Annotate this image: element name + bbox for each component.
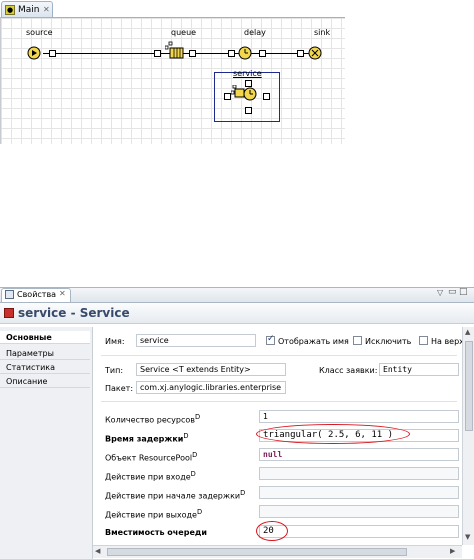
name-field[interactable]: service (136, 334, 256, 347)
horizontal-scrollbar[interactable]: ◀ ▶ (93, 545, 462, 558)
nav-item-parameters[interactable]: Параметры (0, 347, 90, 360)
horizontal-scroll-thumb[interactable] (107, 548, 407, 556)
separator (101, 401, 457, 402)
delay-out-port[interactable] (259, 50, 266, 57)
queue-block-icon[interactable] (165, 40, 187, 60)
sink-block-icon[interactable] (308, 46, 322, 60)
delay-in-port[interactable] (228, 50, 235, 57)
on-exit-field[interactable] (259, 505, 459, 518)
scroll-up-icon[interactable]: ▲ (465, 328, 470, 336)
service-out-port[interactable] (263, 93, 270, 100)
delay-time-label: Время задержкиD (105, 432, 189, 444)
resource-pool-field[interactable]: null (259, 448, 459, 461)
source-label: source (26, 28, 53, 37)
service-bottom-port[interactable] (245, 107, 252, 114)
on-top-label: На верх (431, 337, 464, 346)
nav-item-description[interactable]: Описание (0, 375, 90, 388)
type-label: Тип: (105, 366, 124, 375)
source-out-port[interactable] (49, 50, 56, 57)
class-label: Класс заявки: (319, 366, 378, 375)
queue-label: queue (171, 28, 197, 37)
exclude-label: Исключить (365, 337, 412, 346)
nav-item-statistics[interactable]: Статистика (0, 361, 90, 374)
resource-pool-label: Объект ResourcePoolD (105, 451, 198, 463)
delay-block-icon[interactable] (238, 46, 252, 60)
on-exit-label: Действие при выходеD (105, 508, 203, 520)
class-field[interactable]: Entity (379, 363, 459, 376)
properties-tab-bar (0, 287, 474, 303)
scroll-down-icon[interactable]: ▼ (465, 533, 470, 541)
service-in-port[interactable] (224, 93, 231, 100)
name-label: Имя: (105, 337, 125, 346)
nav-item-main[interactable]: Основные (0, 331, 90, 344)
vertical-scrollbar[interactable]: ▲ ▼ (462, 327, 474, 545)
properties-content: Имя: service Отображать имя Исключить На… (93, 327, 464, 559)
queue-in-port[interactable] (154, 50, 161, 57)
properties-title: service - Service (18, 306, 130, 320)
main-editor-tab[interactable]: ● Main ✕ (1, 1, 53, 18)
service-type-icon (4, 308, 14, 318)
on-delay-start-label: Действие при начале задержкиD (105, 489, 246, 501)
properties-header: service - Service (0, 303, 474, 324)
on-enter-field[interactable] (259, 467, 459, 480)
close-tab-icon[interactable]: ✕ (43, 2, 50, 18)
delay-label: delay (244, 28, 266, 37)
sink-in-port[interactable] (297, 50, 304, 57)
type-field: Service <T extends Entity> (136, 363, 286, 376)
properties-side-nav: Основные Параметры Статистика Описание (0, 327, 93, 559)
sink-label: sink (314, 28, 331, 37)
show-name-checkbox[interactable] (266, 334, 275, 345)
queue-capacity-field[interactable]: 20 (259, 525, 459, 538)
highlight-ellipse (256, 424, 410, 444)
view-menu-icon[interactable]: ▽ (437, 288, 443, 297)
properties-tab[interactable]: Свойства ✕ (1, 288, 71, 302)
minimize-icon[interactable]: ▭ (448, 287, 457, 297)
close-tab-icon[interactable]: ✕ (59, 289, 66, 298)
show-name-label: Отображать имя (278, 337, 349, 346)
model-canvas[interactable]: source queue delay sink service (0, 17, 345, 144)
queue-capacity-label: Вместимость очереди (105, 528, 207, 537)
package-field: com.xj.anylogic.libraries.enterprise (136, 381, 286, 394)
vertical-scroll-thumb[interactable] (465, 341, 473, 431)
properties-tab-label: Свойства (17, 290, 57, 299)
on-top-checkbox[interactable] (419, 336, 428, 345)
resource-count-label: Количество ресурсовD (105, 413, 201, 425)
on-enter-label: Действие при входеD (105, 470, 196, 482)
highlight-ellipse (256, 521, 288, 541)
scroll-right-icon[interactable]: ▶ (450, 547, 455, 555)
editor-tab-label: Main (18, 5, 40, 15)
on-delay-start-field[interactable] (259, 486, 459, 499)
service-block-icon[interactable] (231, 85, 259, 103)
package-label: Пакет: (105, 384, 134, 393)
scroll-left-icon[interactable]: ◀ (95, 547, 100, 555)
maximize-icon[interactable]: □ (459, 287, 468, 297)
separator (101, 355, 457, 356)
properties-icon (5, 290, 14, 299)
agent-class-icon: ● (5, 5, 15, 15)
queue-out-port[interactable] (189, 50, 196, 57)
resource-count-field[interactable]: 1 (259, 410, 459, 423)
source-block-icon[interactable] (27, 46, 41, 60)
exclude-checkbox[interactable] (353, 336, 362, 345)
service-label: service (233, 69, 262, 78)
